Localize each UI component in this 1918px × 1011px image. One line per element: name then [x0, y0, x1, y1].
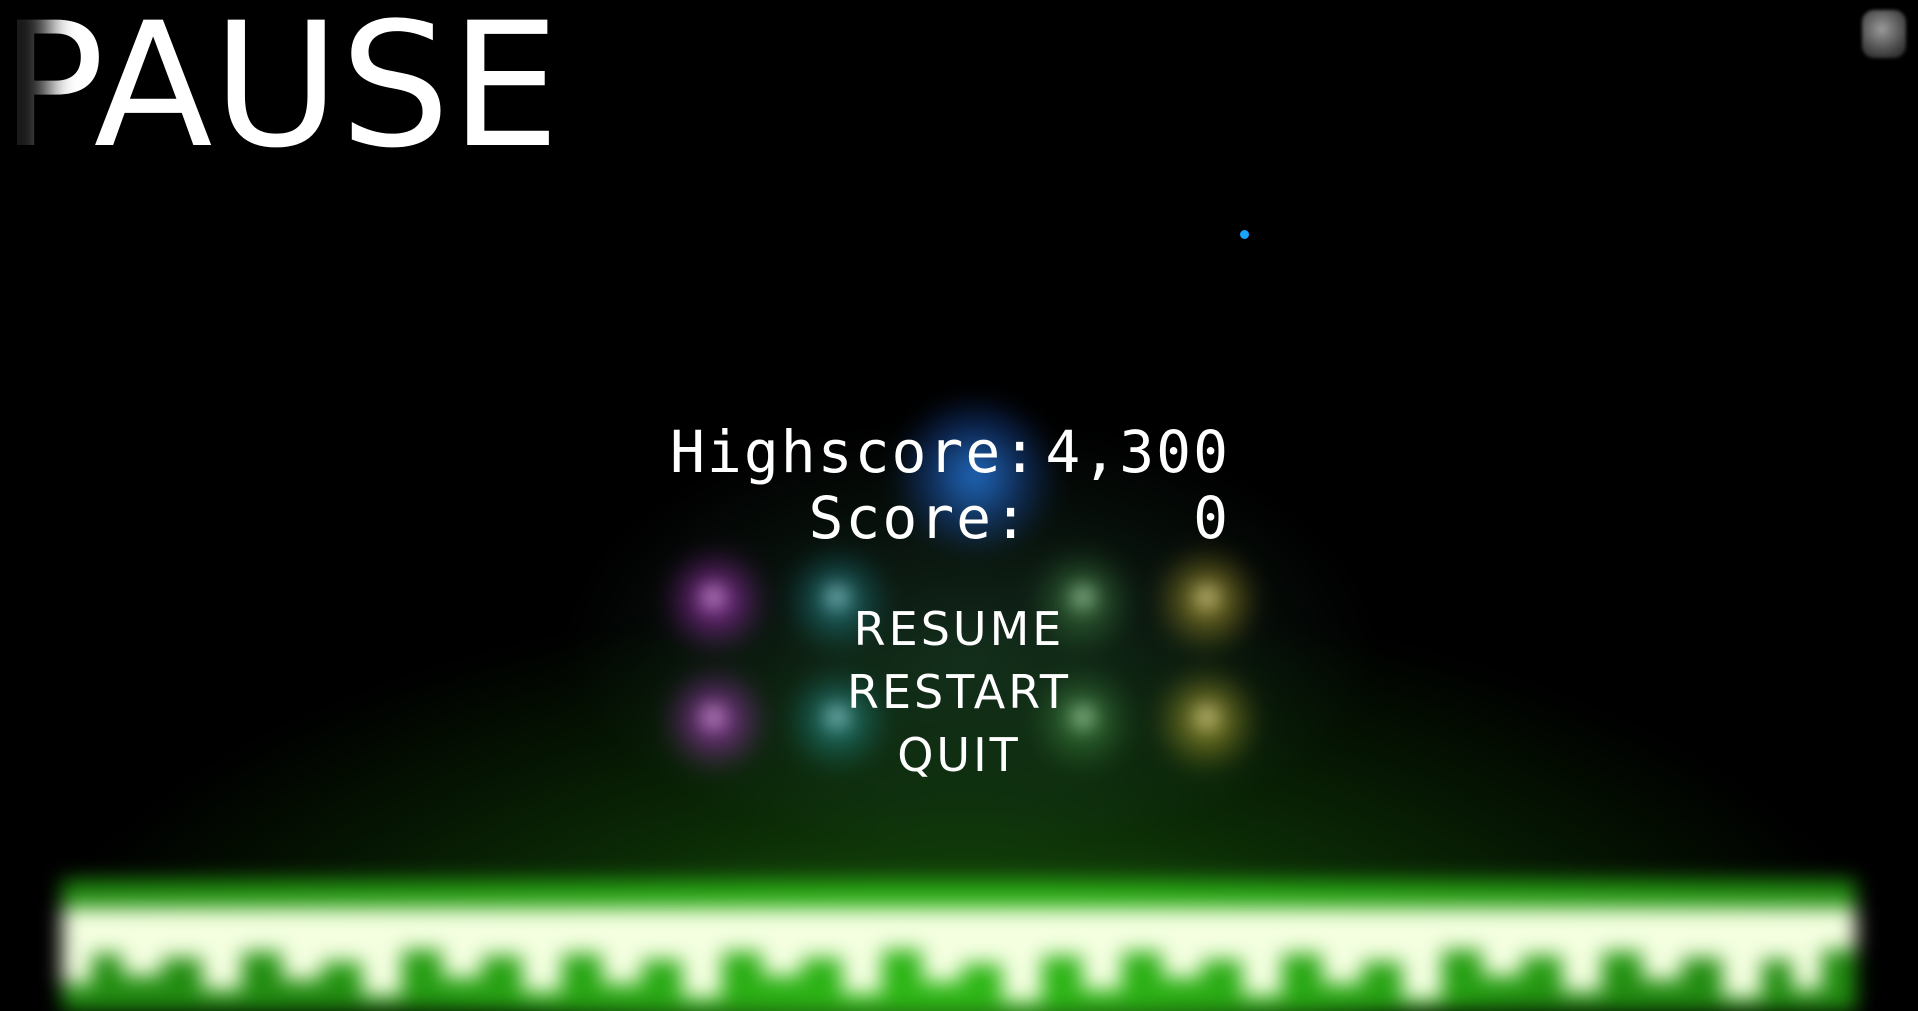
- resume-button[interactable]: RESUME: [759, 602, 1159, 656]
- yellow-orb-2: [1198, 708, 1216, 726]
- magenta-orb-2: [704, 708, 722, 726]
- game-screen: PAUSE Highscore: 4,300 Score: 0 RESUME R…: [0, 0, 1918, 1011]
- magenta-orb-1: [704, 588, 722, 606]
- quit-button[interactable]: QUIT: [759, 728, 1159, 782]
- mouse-cursor: [1240, 230, 1249, 239]
- score-label: Score:: [808, 484, 1030, 552]
- right-edge-shade: [1856, 0, 1918, 1011]
- score-value: 0: [1193, 484, 1230, 552]
- highscore-label: Highscore:: [670, 418, 1040, 486]
- settings-icon[interactable]: [1862, 10, 1906, 58]
- yellow-orb-1: [1198, 588, 1216, 606]
- highscore-value: 4,300: [1045, 418, 1230, 486]
- left-edge-shade: [0, 0, 62, 1011]
- equalizer-ground: [62, 880, 1856, 1011]
- restart-button[interactable]: RESTART: [759, 665, 1159, 719]
